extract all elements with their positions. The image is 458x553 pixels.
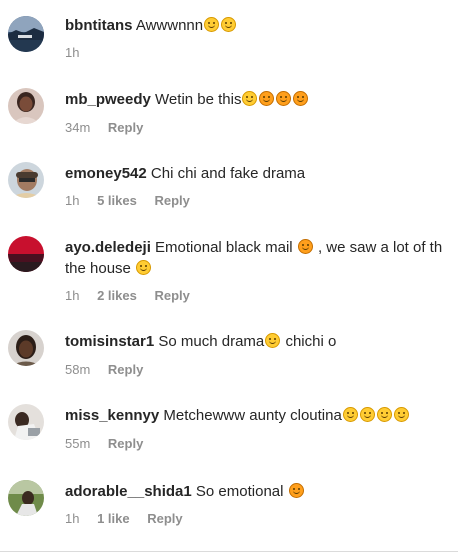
comment-item: adorable__shida1 So emotional 1h 1 like …	[0, 462, 458, 542]
comment-meta: 34m Reply	[65, 120, 157, 135]
comment-time: 55m	[65, 436, 91, 451]
comment-text: ayo.deledeji Emotional black mail , we s…	[65, 237, 458, 279]
comment-meta: 58m Reply	[65, 362, 157, 377]
tired-face-icon	[297, 239, 313, 254]
avatar-image-icon	[8, 162, 44, 198]
reply-button[interactable]: Reply	[154, 193, 189, 208]
comment-username[interactable]: tomisinstar1	[65, 333, 154, 350]
reply-button[interactable]: Reply	[154, 288, 189, 303]
comment-item: mb_pweedy Wetin be this 34m Reply	[0, 70, 458, 144]
comment-item: miss_kennyy Metchewww aunty cloutina 55m…	[0, 386, 458, 462]
reply-button[interactable]: Reply	[147, 511, 182, 526]
rolling-laughing-face-icon	[293, 91, 309, 106]
avatar[interactable]	[8, 404, 44, 440]
disappointed-face-icon	[204, 17, 220, 32]
comment-time: 1h	[65, 511, 80, 526]
avatar[interactable]	[8, 236, 44, 272]
grinning-sweat-face-icon	[265, 333, 281, 348]
grinning-sweat-face-icon	[393, 407, 409, 422]
comment-text: bbntitans Awwwnnn	[65, 15, 458, 36]
avatar[interactable]	[8, 330, 44, 366]
comment-item: tomisinstar1 So much drama chichi o 58m …	[0, 312, 458, 386]
comment-message: Metchewww aunty cloutina	[163, 407, 342, 424]
avatar-image-icon	[8, 330, 44, 366]
comment-message: So much drama	[158, 333, 265, 350]
bottom-divider	[0, 551, 458, 552]
tired-face-icon	[288, 483, 304, 498]
grinning-sweat-face-icon	[136, 260, 152, 275]
likes-count[interactable]: 1 like	[97, 511, 130, 526]
avatar-image-icon	[8, 236, 44, 272]
reply-button[interactable]: Reply	[108, 436, 143, 451]
comment-message: Wetin be this	[155, 91, 242, 108]
comment-time: 34m	[65, 120, 91, 135]
comment-meta: 55m Reply	[65, 436, 157, 451]
comment-item: emoney542 Chi chi and fake drama 1h 5 li…	[0, 144, 458, 218]
comment-username[interactable]: ayo.deledeji	[65, 239, 151, 256]
avatar-image-icon	[8, 88, 44, 124]
comment-time: 1h	[65, 193, 80, 208]
comment-meta: 1h 2 likes Reply	[65, 288, 204, 303]
avatar[interactable]	[8, 162, 44, 198]
comment-meta: 1h 5 likes Reply	[65, 193, 204, 208]
comment-message: Awwwnnn	[135, 17, 204, 34]
comment-message: Emotional black mail	[155, 239, 293, 256]
avatar[interactable]	[8, 16, 44, 52]
comment-username[interactable]: mb_pweedy	[65, 91, 151, 108]
avatar-image-icon	[8, 16, 44, 52]
comment-username[interactable]: adorable__shida1	[65, 483, 192, 500]
comment-message: So emotional	[195, 483, 284, 500]
comment-username[interactable]: bbntitans	[65, 17, 133, 34]
comment-message: Chi chi and fake drama	[150, 165, 306, 182]
rolling-laughing-face-icon	[259, 91, 275, 106]
comment-item: ayo.deledeji Emotional black mail , we s…	[0, 218, 458, 312]
comment-message-line2: the house	[65, 260, 131, 277]
comment-username[interactable]: miss_kennyy	[65, 407, 159, 424]
avatar[interactable]	[8, 480, 44, 516]
comment-time: 1h	[65, 288, 80, 303]
comment-text: miss_kennyy Metchewww aunty cloutina	[65, 405, 458, 426]
comment-text: tomisinstar1 So much drama chichi o	[65, 331, 458, 352]
avatar-image-icon	[8, 404, 44, 440]
comment-meta: 1h	[65, 45, 93, 60]
rolling-laughing-face-icon	[276, 91, 292, 106]
comment-meta: 1h 1 like Reply	[65, 511, 197, 526]
comment-username[interactable]: emoney542	[65, 165, 147, 182]
grinning-sweat-face-icon	[359, 407, 375, 422]
likes-count[interactable]: 2 likes	[97, 288, 137, 303]
eye-roll-face-icon	[242, 91, 258, 106]
comment-time: 1h	[65, 45, 80, 60]
comment-text: emoney542 Chi chi and fake drama	[65, 163, 458, 184]
comment-text: mb_pweedy Wetin be this	[65, 89, 458, 110]
reply-button[interactable]: Reply	[108, 120, 143, 135]
comment-item: bbntitans Awwwnnn 1h	[0, 0, 458, 70]
avatar[interactable]	[8, 88, 44, 124]
disappointed-face-icon	[221, 17, 237, 32]
grinning-sweat-face-icon	[376, 407, 392, 422]
comment-text: adorable__shida1 So emotional	[65, 481, 458, 502]
likes-count[interactable]: 5 likes	[97, 193, 137, 208]
comment-message-continued: chichi o	[285, 333, 337, 350]
comment-message-continued: , we saw a lot of th	[317, 239, 443, 256]
avatar-image-icon	[8, 480, 44, 516]
comment-time: 58m	[65, 362, 91, 377]
grinning-sweat-face-icon	[342, 407, 358, 422]
reply-button[interactable]: Reply	[108, 362, 143, 377]
